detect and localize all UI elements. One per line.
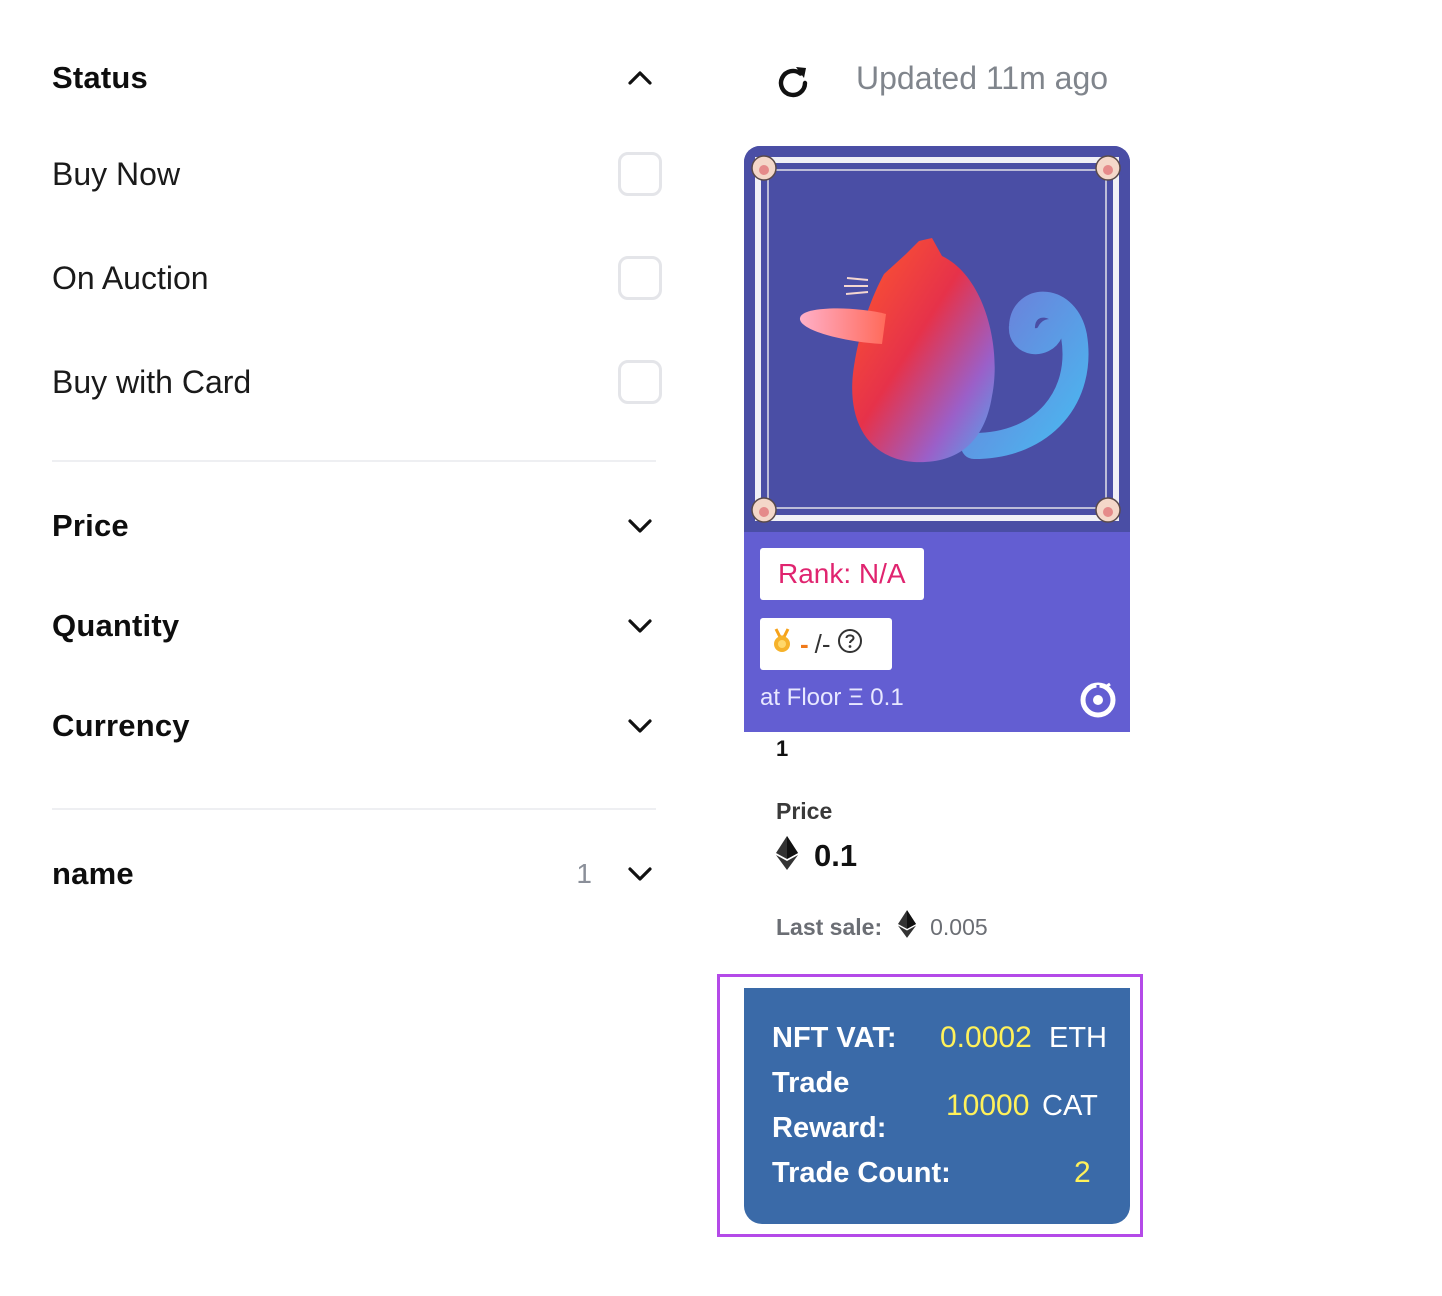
rarity-badge[interactable]: - /- [760, 618, 892, 670]
ethereum-icon [898, 910, 917, 944]
refresh-icon[interactable] [772, 62, 814, 104]
updated-timestamp: Updated 11m ago [856, 60, 1109, 96]
last-sale-value: 0.005 [930, 913, 988, 940]
floor-price: at Floor Ξ 0.1 [760, 684, 904, 711]
divider [52, 808, 656, 810]
buy-now-checkbox[interactable] [618, 152, 662, 196]
price-label: Price [776, 798, 833, 824]
chevron-down-icon[interactable] [626, 612, 654, 640]
ethereum-icon [776, 836, 798, 875]
opensea-icon[interactable] [1080, 682, 1116, 718]
currency-section-header[interactable]: Currency [52, 701, 662, 751]
rank-panel: Rank: N/A - /- at Floor Ξ 0.1 [744, 532, 1130, 732]
name-title: name [52, 856, 134, 891]
name-section-header[interactable]: name 1 [52, 849, 662, 899]
price-row: 0.1 [776, 836, 857, 875]
name-count: 1 [576, 858, 592, 889]
quantity-section-header[interactable]: Quantity [52, 601, 662, 651]
rarity-dash: - [800, 628, 809, 659]
last-sale-row: Last sale: 0.005 [776, 910, 988, 944]
medal-icon [770, 627, 794, 661]
quantity-title: Quantity [52, 608, 180, 643]
nft-image[interactable] [744, 146, 1130, 532]
divider [52, 460, 656, 462]
chevron-up-icon[interactable] [626, 64, 654, 92]
currency-title: Currency [52, 708, 190, 743]
chevron-down-icon[interactable] [626, 512, 654, 540]
price-section-header[interactable]: Price [52, 501, 662, 551]
status-option-buy-with-card[interactable]: Buy with Card [52, 352, 662, 412]
chevron-down-icon[interactable] [626, 712, 654, 740]
status-option-on-auction[interactable]: On Auction [52, 248, 662, 308]
buy-with-card-checkbox[interactable] [618, 360, 662, 404]
token-id: 1 [776, 736, 789, 761]
status-title: Status [52, 60, 148, 95]
chevron-down-icon[interactable] [626, 860, 654, 888]
price-value: 0.1 [814, 837, 858, 873]
price-title: Price [52, 508, 129, 543]
buy-with-card-label: Buy with Card [52, 363, 252, 400]
highlight-outline [717, 974, 1143, 1237]
rank-badge[interactable]: Rank: N/A [760, 548, 924, 600]
on-auction-label: On Auction [52, 259, 209, 296]
status-section-header[interactable]: Status [52, 53, 662, 103]
last-sale-label: Last sale: [776, 913, 883, 940]
on-auction-checkbox[interactable] [618, 256, 662, 300]
buy-now-label: Buy Now [52, 155, 181, 192]
rarity-score: /- [814, 628, 831, 659]
question-circle-icon[interactable] [837, 628, 863, 661]
status-option-buy-now[interactable]: Buy Now [52, 144, 662, 204]
